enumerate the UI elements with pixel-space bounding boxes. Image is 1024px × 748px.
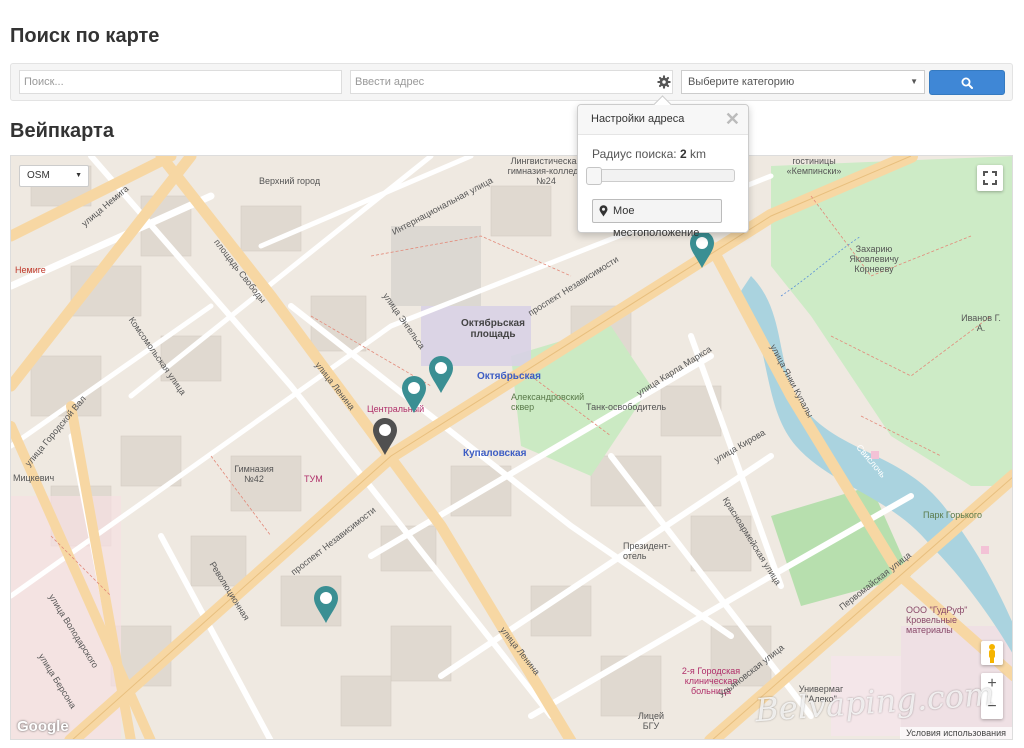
map-label: ТУМ (304, 474, 323, 484)
terms-link[interactable]: Условия использования (900, 727, 1012, 739)
radius-label-text: Радиус поиска: (592, 147, 677, 161)
address-input[interactable]: Ввести адрес (350, 70, 673, 94)
map-label: Октябрьская площадь (461, 318, 525, 340)
map-section-title: Вейпкарта (10, 120, 114, 142)
map-type-select[interactable]: OSM ▼ (19, 165, 89, 187)
fullscreen-icon (983, 171, 997, 185)
map-type-value: OSM (27, 170, 50, 181)
map-marker[interactable] (428, 356, 454, 394)
map-label: Немиге (15, 265, 46, 275)
chevron-down-icon: ▼ (75, 172, 82, 179)
slider-handle[interactable] (586, 167, 602, 185)
gear-icon[interactable] (657, 75, 671, 89)
close-icon[interactable]: ✕ (725, 105, 740, 134)
radius-unit: km (689, 147, 706, 161)
map-label: Президент-отель (623, 541, 671, 561)
current-location-marker[interactable] (372, 418, 398, 456)
map-label: Александровский сквер (511, 392, 585, 412)
search-button[interactable] (929, 70, 1005, 95)
map-label: Гимназия №42 (234, 464, 274, 484)
map-label: Верхний город (259, 176, 321, 186)
metro-label: Купаловская (463, 448, 527, 459)
radius-label: Радиус поиска: 2 km (592, 147, 706, 161)
popover-title: Настройки адреса (591, 113, 685, 125)
map-label: Мицкевич (13, 473, 55, 483)
metro-label: Октябрьская (477, 371, 541, 382)
my-location-label: Мое местоположение (613, 205, 700, 239)
google-logo: Google (17, 718, 69, 735)
radius-slider[interactable] (586, 167, 735, 185)
map-label: Лицей БГУ (637, 711, 665, 731)
chevron-down-icon: ▼ (910, 77, 918, 86)
pegman-icon (989, 644, 995, 663)
category-select[interactable]: Выберите категорию ▼ (681, 70, 925, 94)
my-location-button[interactable]: Мое местоположение (592, 199, 722, 239)
map-label: Парк Горького (923, 510, 983, 520)
search-bar: Поиск... Ввести адрес Выберите категорию… (10, 63, 1013, 101)
map-label: Танк-освободитель (586, 402, 667, 412)
category-select-value: Выберите категорию (688, 76, 795, 88)
radius-value: 2 (679, 147, 687, 161)
map-marker-icon (599, 205, 608, 217)
fullscreen-button[interactable] (977, 165, 1003, 191)
address-settings-popover: Настройки адреса ✕ Радиус поиска: 2 km М… (577, 95, 749, 239)
map-marker[interactable] (401, 376, 427, 414)
keyword-search-input[interactable]: Поиск... (19, 70, 342, 94)
search-icon (961, 77, 973, 89)
street-view-pegman[interactable] (981, 641, 1003, 665)
map-label: Иванов Г. А. (961, 313, 1001, 333)
map-label: Захарию Яковлевичу Корнееву (849, 244, 899, 274)
map-canvas[interactable]: Верхний город Октябрьская площадь Октябр… (10, 155, 1013, 740)
map-label: ООО "ГудРуф" Кровельные материалы (906, 605, 968, 635)
search-section-title: Поиск по карте (10, 25, 160, 47)
map-marker[interactable] (313, 586, 339, 624)
popover-header: Настройки адреса ✕ (578, 105, 748, 135)
map-label: гостиницы «Кемпински» (786, 156, 842, 176)
